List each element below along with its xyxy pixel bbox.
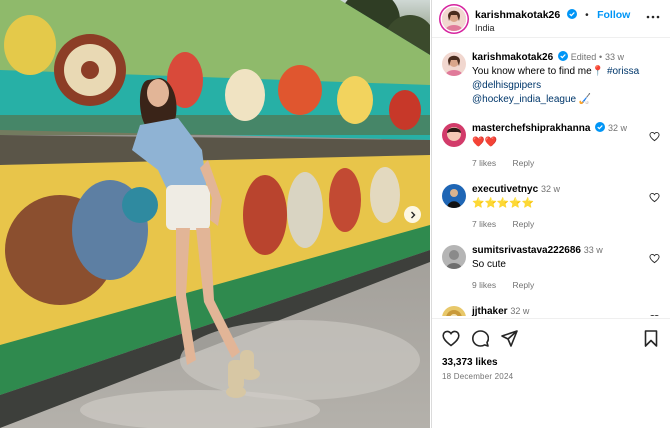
header-text: karishmakotak26 • Follow India — [475, 4, 630, 34]
heart-icon[interactable] — [649, 131, 660, 142]
avatar-image — [442, 306, 466, 316]
reply-button[interactable]: Reply — [512, 280, 534, 290]
heart-icon[interactable] — [442, 330, 460, 347]
edited-label: Edited — [570, 52, 597, 62]
avatar-image — [442, 6, 466, 31]
comments-list[interactable]: karishmakotak26 Edited • 33 w You know w… — [432, 50, 670, 316]
comment-item: masterchefshiprakhanna 32 w ❤️❤️ 7 likes… — [432, 121, 670, 168]
pin-emoji: 📍 — [591, 66, 605, 77]
comment-text: ❤️❤️ — [472, 137, 497, 148]
comment-age: 32 w — [607, 123, 627, 133]
mention-link[interactable]: @delhisgpipers — [472, 80, 541, 91]
commenter-avatar[interactable] — [442, 306, 466, 316]
avatar-image — [442, 123, 466, 147]
caption-text: You know where to find me📍 #orissa @delh… — [472, 65, 644, 107]
caption-body: You know where to find me — [472, 66, 592, 77]
carousel-next-button[interactable] — [404, 206, 421, 223]
comment-icon[interactable] — [472, 329, 489, 347]
location-label[interactable]: India — [475, 23, 630, 34]
comment-age: 33 w — [583, 245, 603, 255]
comment-item: executivetnyc 32 w ⭐⭐⭐⭐⭐ 7 likes Reply — [432, 182, 670, 229]
chevron-right-icon — [410, 211, 415, 218]
comment-username[interactable]: masterchefshiprakhanna — [472, 123, 590, 134]
commenter-avatar[interactable] — [442, 184, 466, 208]
verified-badge-icon — [595, 122, 606, 132]
caption-avatar[interactable] — [442, 52, 466, 76]
caption-age: 33 w — [604, 52, 624, 62]
avatar-image — [442, 52, 466, 76]
author-username[interactable]: karishmakotak26 — [475, 9, 560, 21]
separator-dot: • — [599, 52, 603, 62]
comment-text: ⭐⭐⭐⭐⭐ — [472, 198, 535, 209]
heart-icon[interactable] — [649, 253, 660, 264]
heart-icon[interactable] — [649, 314, 660, 316]
hockey-emoji: 🏑 — [578, 94, 592, 105]
comment-item: jjthaker 32 w ❤️🔥❤️🔥 — [432, 304, 670, 316]
comment-actions: 7 likes Reply — [472, 219, 644, 229]
post-actions-section: 33,373 likes 18 December 2024 — [432, 318, 670, 381]
comment-username[interactable]: sumitsrivastava222686 — [472, 245, 581, 256]
comment-likes-count[interactable]: 9 likes — [472, 280, 496, 290]
comment-age: 32 w — [540, 184, 560, 194]
heart-icon[interactable] — [649, 192, 660, 203]
post-image — [0, 0, 430, 428]
verified-badge-icon — [566, 8, 577, 19]
caption: karishmakotak26 Edited • 33 w You know w… — [432, 50, 670, 107]
more-horizontal-icon[interactable] — [646, 14, 660, 20]
comment-age: 32 w — [510, 306, 530, 316]
action-icons — [442, 329, 660, 347]
separator-dot: • — [585, 9, 589, 21]
commenter-avatar[interactable] — [442, 245, 466, 269]
comment-item: sumitsrivastava222686 33 w So cute 9 lik… — [432, 243, 670, 290]
post-date: 18 December 2024 — [442, 372, 514, 381]
post-side-panel: karishmakotak26 • Follow India karishmak… — [431, 0, 670, 428]
likes-count[interactable]: 33,373 likes — [442, 357, 660, 368]
verified-badge-icon — [557, 51, 568, 61]
avatar-image — [442, 184, 466, 208]
caption-username[interactable]: karishmakotak26 — [472, 52, 553, 63]
bookmark-icon[interactable] — [644, 329, 658, 347]
mention-link[interactable]: @hockey_india_league — [472, 94, 576, 105]
reply-button[interactable]: Reply — [512, 219, 534, 229]
share-icon[interactable] — [501, 329, 518, 347]
reply-button[interactable]: Reply — [512, 158, 534, 168]
follow-button[interactable]: Follow — [597, 9, 630, 21]
avatar-image — [442, 245, 466, 269]
author-avatar[interactable] — [442, 6, 466, 31]
post-photo[interactable] — [0, 0, 430, 428]
comment-actions: 7 likes Reply — [472, 158, 644, 168]
comment-actions: 9 likes Reply — [472, 280, 644, 290]
comment-likes-count[interactable]: 7 likes — [472, 219, 496, 229]
hashtag-link[interactable]: #orissa — [607, 66, 639, 77]
comment-likes-count[interactable]: 7 likes — [472, 158, 496, 168]
comment-text: So cute — [472, 259, 506, 270]
comment-username[interactable]: executivetnyc — [472, 184, 538, 195]
post-header: karishmakotak26 • Follow India — [432, 0, 670, 38]
commenter-avatar[interactable] — [442, 123, 466, 147]
comment-username[interactable]: jjthaker — [472, 306, 508, 316]
